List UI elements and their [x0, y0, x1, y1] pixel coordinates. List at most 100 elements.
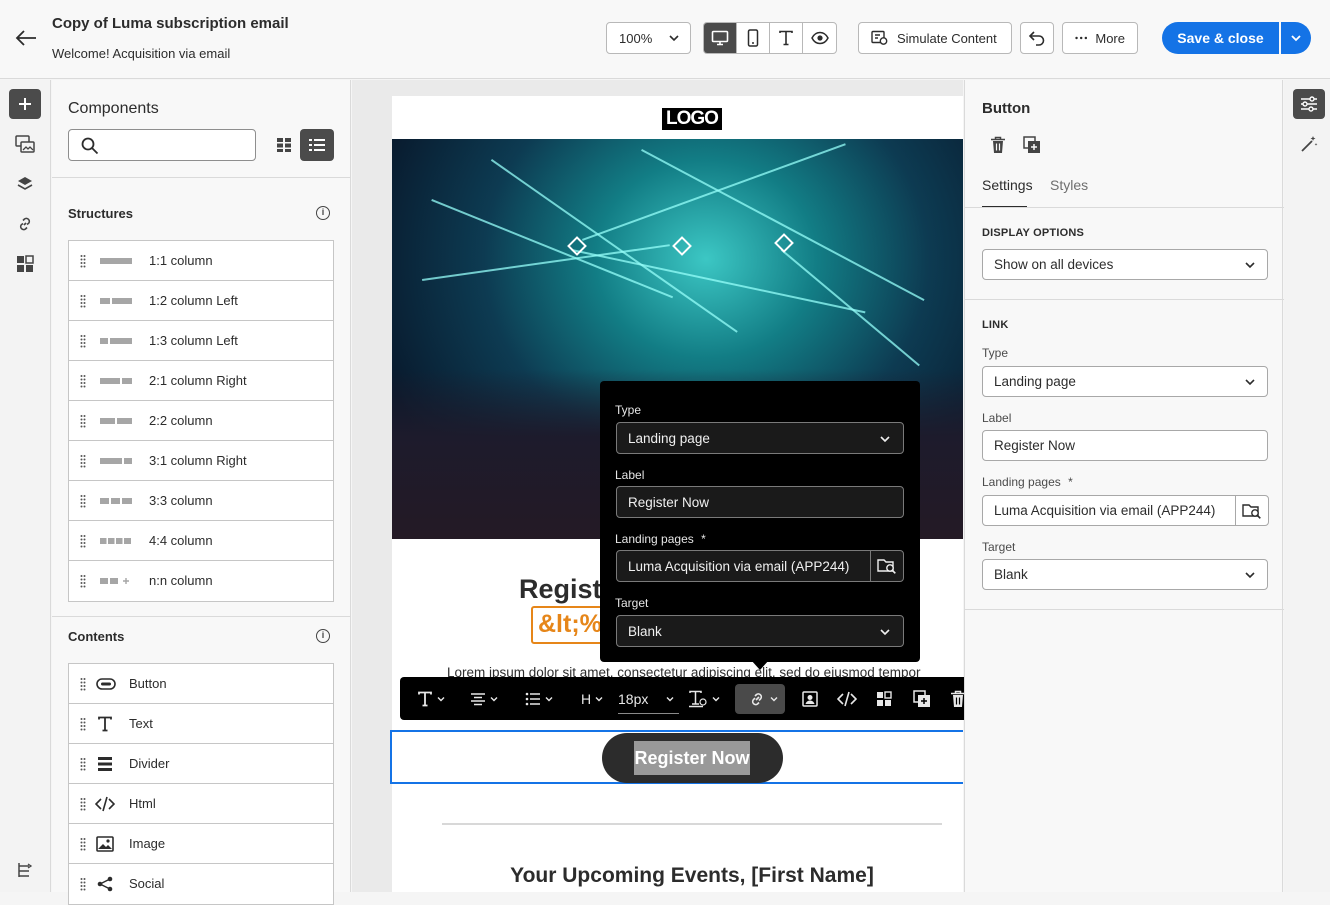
content-item-social[interactable]: Social	[69, 864, 333, 904]
text-style-button[interactable]	[417, 684, 446, 714]
label-input[interactable]: Register Now	[982, 430, 1268, 461]
structure-item[interactable]: n:n column	[69, 561, 333, 601]
drag-handle-icon[interactable]	[80, 454, 86, 468]
structure-item[interactable]: 3:1 column Right	[69, 441, 333, 481]
display-select[interactable]: Show on all devices	[982, 249, 1268, 280]
popover-type-label: Type	[615, 403, 642, 417]
register-heading[interactable]: Regist	[519, 574, 602, 605]
landing-pages-input[interactable]: Luma Acquisition via email (APP244)	[982, 495, 1269, 526]
popover-landing-input[interactable]: Luma Acquisition via email (APP244)	[616, 550, 904, 582]
chevron-down-icon	[880, 629, 890, 636]
heading-button[interactable]: H	[581, 684, 604, 714]
drag-handle-icon[interactable]	[80, 837, 86, 851]
selected-button-block[interactable]: Register Now	[390, 730, 963, 784]
drag-handle-icon[interactable]	[80, 717, 86, 731]
text-view-button[interactable]	[770, 23, 803, 53]
preview-button[interactable]	[803, 23, 836, 53]
right-rail	[1284, 80, 1330, 892]
register-now-label[interactable]: Register Now	[634, 741, 750, 775]
links-button[interactable]	[9, 209, 41, 239]
align-button[interactable]	[470, 684, 499, 714]
mobile-view-button[interactable]	[737, 23, 770, 53]
source-code-button[interactable]	[837, 684, 857, 714]
simulate-content-button[interactable]: Simulate Content	[858, 22, 1012, 54]
duplicate-icon[interactable]	[1023, 136, 1041, 154]
font-size-select[interactable]: 18px	[618, 684, 680, 714]
target-select[interactable]: Blank	[982, 559, 1268, 590]
drag-handle-icon[interactable]	[80, 797, 86, 811]
trash-icon[interactable]	[990, 136, 1006, 154]
drag-handle-icon[interactable]	[80, 374, 86, 388]
undo-button[interactable]	[1020, 22, 1054, 54]
text-color-button[interactable]	[688, 684, 721, 714]
type-select[interactable]: Landing page	[982, 366, 1268, 397]
structure-item[interactable]: 2:2 column	[69, 401, 333, 441]
drag-handle-icon[interactable]	[80, 574, 86, 588]
structure-item[interactable]: 3:3 column	[69, 481, 333, 521]
save-options-button[interactable]	[1281, 22, 1311, 54]
search-input[interactable]	[68, 129, 256, 161]
grid-view-button[interactable]	[270, 131, 298, 159]
drag-handle-icon[interactable]	[80, 334, 86, 348]
search-icon	[81, 137, 99, 155]
popover-pointer	[751, 660, 769, 670]
email-logo[interactable]: LOGO	[662, 108, 722, 130]
list-button[interactable]	[525, 684, 554, 714]
structure-item[interactable]: 2:1 column Right	[69, 361, 333, 401]
link-button[interactable]	[735, 684, 785, 714]
drag-handle-icon[interactable]	[80, 294, 86, 308]
browse-landing-button[interactable]	[1235, 495, 1268, 526]
fragment-icon	[877, 691, 892, 706]
popover-type-select[interactable]: Landing page	[616, 422, 904, 454]
text-icon	[98, 716, 112, 732]
content-item-html[interactable]: Html	[69, 784, 333, 824]
structure-item[interactable]: 4:4 column	[69, 521, 333, 561]
drag-handle-icon[interactable]	[80, 534, 86, 548]
content-item-divider[interactable]: Divider	[69, 744, 333, 784]
save-close-button[interactable]: Save & close	[1162, 22, 1279, 54]
info-icon[interactable]: i	[316, 629, 330, 643]
properties-toggle-button[interactable]	[1293, 89, 1325, 119]
navigator-button[interactable]	[9, 855, 41, 885]
zoom-select[interactable]: 100%	[606, 22, 691, 54]
tab-settings[interactable]: Settings	[982, 177, 1033, 193]
personalize-button[interactable]	[801, 684, 819, 714]
save-fragment-button[interactable]	[876, 684, 892, 714]
assets-button[interactable]	[9, 129, 41, 159]
register-now-button[interactable]: Register Now	[602, 733, 783, 783]
content-item-image[interactable]: Image	[69, 824, 333, 864]
drag-handle-icon[interactable]	[80, 494, 86, 508]
personalization-token[interactable]: &lt;%	[531, 606, 611, 644]
structure-item[interactable]: 1:3 column Left	[69, 321, 333, 361]
fragments-button[interactable]	[9, 249, 41, 279]
browse-landing-button[interactable]	[870, 550, 903, 582]
layers-button[interactable]	[9, 169, 41, 199]
add-components-button[interactable]	[9, 89, 41, 119]
structure-item[interactable]: 1:2 column Left	[69, 281, 333, 321]
contents-heading: Contents	[68, 629, 125, 644]
tab-styles[interactable]: Styles	[1050, 177, 1088, 193]
content-item-text[interactable]: Text	[69, 704, 333, 744]
drag-handle-icon[interactable]	[80, 677, 86, 691]
landing-pages-label: Landing pages *	[982, 475, 1073, 489]
content-item-button[interactable]: Button	[69, 664, 333, 704]
ai-assistant-button[interactable]	[1293, 129, 1325, 159]
popover-label-input[interactable]: Register Now	[616, 486, 904, 518]
desktop-view-button[interactable]	[704, 23, 737, 53]
structure-item[interactable]: 1:1 column	[69, 241, 333, 281]
back-arrow-icon[interactable]	[12, 26, 40, 50]
link-icon	[751, 693, 763, 706]
drag-handle-icon[interactable]	[80, 877, 86, 891]
mobile-icon	[747, 29, 759, 47]
list-view-button[interactable]	[300, 129, 334, 161]
info-icon[interactable]: i	[316, 206, 330, 220]
more-button[interactable]: More	[1062, 22, 1138, 54]
drag-handle-icon[interactable]	[80, 757, 86, 771]
drag-handle-icon[interactable]	[80, 254, 86, 268]
drag-handle-icon[interactable]	[80, 414, 86, 428]
popover-target-select[interactable]: Blank	[616, 615, 904, 647]
duplicate-button[interactable]	[913, 684, 931, 714]
heading-label: H	[581, 691, 592, 707]
upcoming-events-heading[interactable]: Your Upcoming Events, [First Name]	[392, 864, 963, 888]
body-text[interactable]: Lorem ipsum dolor sit amet, consectetur …	[447, 665, 947, 677]
